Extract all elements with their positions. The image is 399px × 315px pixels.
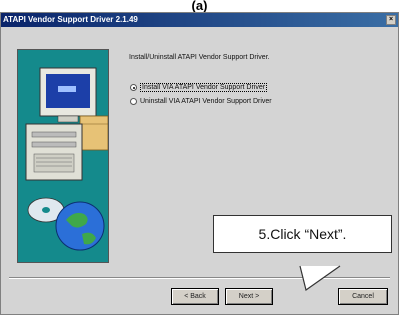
button-divider	[9, 277, 390, 279]
setup-illustration	[17, 49, 109, 263]
window-title: ATAPI Vendor Support Driver 2.1.49	[3, 15, 138, 24]
uninstall-option[interactable]: Uninstall VIA ATAPI Vendor Support Drive…	[130, 98, 272, 105]
uninstall-option-label: Uninstall VIA ATAPI Vendor Support Drive…	[140, 98, 272, 105]
instruction-text: Install/Uninstall ATAPI Vendor Support D…	[129, 54, 270, 61]
installer-window: ATAPI Vendor Support Driver 2.1.49 × Ins…	[0, 12, 399, 315]
next-button[interactable]: Next >	[225, 288, 273, 305]
radio-selected-icon[interactable]	[130, 84, 137, 91]
radio-unselected-icon[interactable]	[130, 98, 137, 105]
title-bar: ATAPI Vendor Support Driver 2.1.49 ×	[1, 13, 398, 27]
back-button[interactable]: < Back	[171, 288, 219, 305]
install-option-label: Install VIA ATAPI Vendor Support Driver	[140, 83, 268, 92]
cancel-button[interactable]: Cancel	[338, 288, 388, 305]
figure-label: (a)	[191, 0, 208, 12]
close-icon[interactable]: ×	[386, 15, 396, 25]
computer-globe-graphic	[18, 50, 108, 262]
instruction-callout: 5.Click “Next”.	[213, 215, 392, 253]
install-option[interactable]: Install VIA ATAPI Vendor Support Driver	[130, 83, 268, 92]
